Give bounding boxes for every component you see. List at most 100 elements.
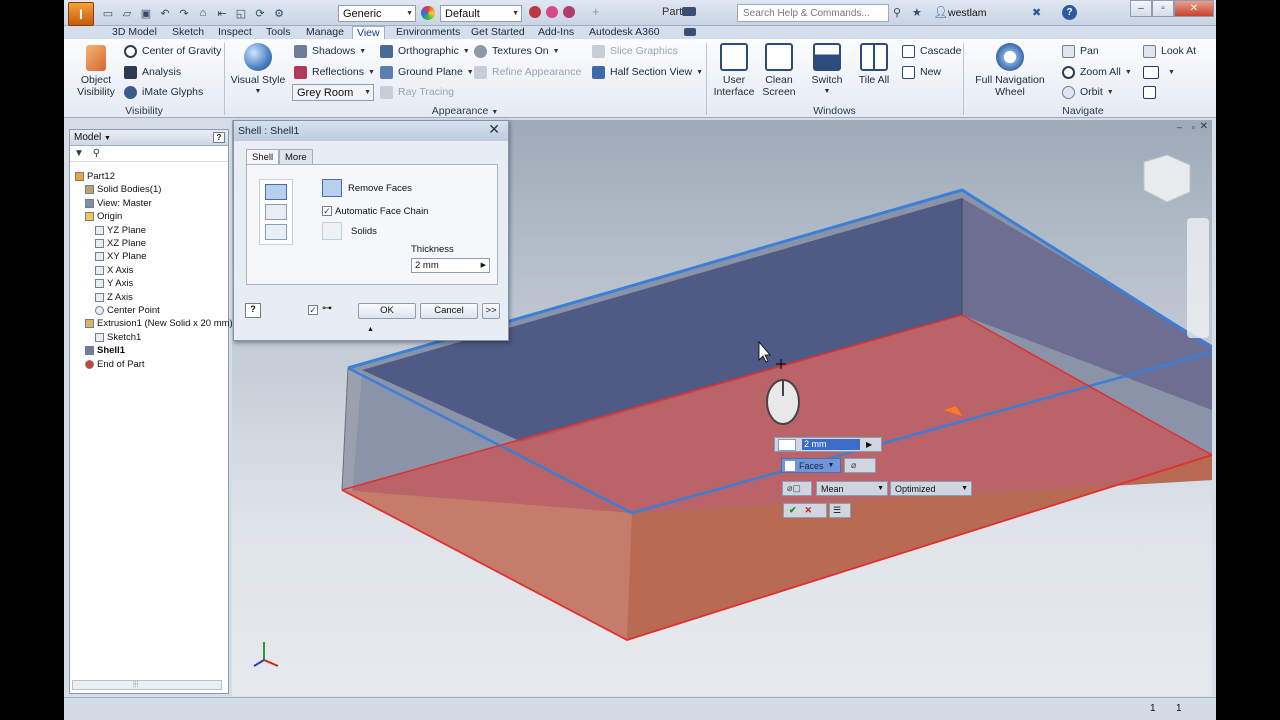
- tab-view[interactable]: View: [352, 26, 385, 39]
- tree-item[interactable]: Extrusion1 (New Solid x 20 mm): [85, 317, 233, 330]
- slice-graphics-button[interactable]: Slice Graphics: [592, 43, 678, 59]
- tree-item[interactable]: Center Point: [95, 304, 160, 317]
- tree-item[interactable]: Sketch1: [95, 331, 141, 344]
- filter-icon[interactable]: ▼: [74, 148, 84, 159]
- tab-shell[interactable]: Shell: [246, 149, 280, 165]
- orthographic-button[interactable]: Orthographic ▼: [380, 43, 470, 59]
- direction-both-icon[interactable]: [265, 224, 287, 240]
- solids-selector-icon[interactable]: [322, 222, 342, 240]
- update-icon[interactable]: ⟳: [252, 5, 268, 21]
- mini-options-button[interactable]: ⌀▢: [782, 481, 812, 496]
- tab-autodesk-a360[interactable]: Autodesk A360: [589, 26, 660, 39]
- maximize-button[interactable]: ▫: [1152, 0, 1174, 17]
- favorites-icon[interactable]: ★: [912, 6, 922, 19]
- tree-item[interactable]: Y Axis: [95, 277, 133, 290]
- mini-solids-button[interactable]: ⌀: [844, 458, 876, 473]
- subscription-icon[interactable]: [682, 7, 696, 16]
- tree-item[interactable]: Solid Bodies(1): [85, 183, 161, 196]
- application-menu-button[interactable]: I: [68, 2, 94, 26]
- browser-header[interactable]: Model ▼ ?: [70, 130, 228, 146]
- tree-item[interactable]: X Axis: [95, 264, 133, 277]
- viewport-restore-icon[interactable]: ▫: [1192, 122, 1195, 132]
- half-section-view-button[interactable]: Half Section View ▼: [592, 64, 703, 80]
- tree-item[interactable]: Z Axis: [95, 291, 133, 304]
- new-window-button[interactable]: New: [902, 64, 941, 80]
- previous-view-button[interactable]: ▼: [1143, 64, 1175, 80]
- collapse-arrow-icon[interactable]: ▲: [367, 326, 374, 333]
- ray-tracing-button[interactable]: Ray Tracing: [380, 84, 454, 100]
- mini-thickness-input[interactable]: 2 mm: [802, 439, 860, 450]
- viewcube-icon[interactable]: [1143, 154, 1191, 203]
- expand-dialog-button[interactable]: >>: [482, 303, 500, 319]
- tab-3d-model[interactable]: 3D Model: [112, 26, 157, 39]
- settings-icon[interactable]: ⚙: [271, 5, 287, 21]
- binoculars-icon[interactable]: ⚲: [893, 6, 901, 19]
- textures-on-button[interactable]: Textures On ▼: [474, 43, 560, 59]
- mini-faces-button[interactable]: Faces ▼: [781, 458, 841, 473]
- chevron-right-icon[interactable]: ▶: [866, 440, 872, 449]
- look-at-button[interactable]: Look At: [1143, 43, 1196, 59]
- help-icon[interactable]: ?: [1062, 5, 1077, 20]
- binoculars-icon[interactable]: ⚲: [93, 148, 100, 159]
- automatic-face-chain-checkbox[interactable]: ✓: [322, 206, 332, 216]
- adjust-appearance-icon[interactable]: [546, 6, 558, 18]
- tree-item[interactable]: Origin: [85, 210, 122, 223]
- tab-inspect[interactable]: Inspect: [218, 26, 252, 39]
- tree-item[interactable]: Part12: [75, 170, 115, 183]
- clean-screen-button[interactable]: Clean Screen: [759, 43, 799, 98]
- cascade-button[interactable]: Cascade: [902, 43, 961, 59]
- tab-sketch[interactable]: Sketch: [172, 26, 204, 39]
- checkmark-icon[interactable]: ✔: [789, 505, 797, 516]
- close-button[interactable]: ✕: [1174, 0, 1214, 17]
- new-file-icon[interactable]: ▭: [100, 5, 116, 21]
- dialog-title-bar[interactable]: Shell : Shell1 ✕: [234, 121, 508, 141]
- redo-icon[interactable]: ↷: [176, 5, 192, 21]
- tree-item[interactable]: View: Master: [85, 197, 152, 210]
- visual-style-button[interactable]: Visual Style ▼: [230, 43, 286, 98]
- dialog-help-icon[interactable]: ?: [245, 303, 261, 318]
- home-view-button[interactable]: [1143, 84, 1161, 100]
- imate-glyphs-button[interactable]: iMate Glyphs: [124, 84, 203, 100]
- object-visibility-button[interactable]: Object Visibility: [76, 45, 116, 98]
- tab-add-ins[interactable]: Add-Ins: [538, 26, 574, 39]
- chevron-down-icon[interactable]: ▼: [491, 109, 498, 116]
- tile-all-button[interactable]: Tile All: [852, 43, 896, 86]
- appearance-browser-icon[interactable]: [563, 6, 575, 18]
- return-icon[interactable]: ⇤: [214, 5, 230, 21]
- navigation-bar[interactable]: [1187, 218, 1209, 338]
- thickness-input[interactable]: 2 mm ▶: [411, 258, 490, 273]
- save-icon[interactable]: ▣: [138, 5, 154, 21]
- center-of-gravity-button[interactable]: Center of Gravity: [124, 43, 221, 59]
- material-combo[interactable]: Generic ▼: [338, 5, 416, 22]
- home-icon[interactable]: ⌂: [195, 5, 211, 21]
- select-icon[interactable]: ◱: [233, 5, 249, 21]
- open-file-icon[interactable]: ▱: [119, 5, 135, 21]
- ground-plane-button[interactable]: Ground Plane ▼: [380, 64, 474, 80]
- mini-mean-dropdown[interactable]: Mean ▼: [816, 481, 888, 496]
- pan-button[interactable]: Pan: [1062, 43, 1099, 59]
- chevron-right-icon[interactable]: ▶: [481, 261, 486, 269]
- tab-get-started[interactable]: Get Started: [471, 26, 525, 39]
- analysis-button[interactable]: Analysis: [124, 64, 181, 80]
- browser-help-icon[interactable]: ?: [213, 132, 225, 143]
- tab-more[interactable]: More: [279, 149, 313, 164]
- search-input[interactable]: Search Help & Commands...: [737, 4, 889, 22]
- direction-outside-icon[interactable]: [265, 204, 287, 220]
- tree-item[interactable]: XZ Plane: [95, 237, 146, 250]
- shadows-button[interactable]: Shadows ▼: [294, 43, 366, 59]
- viewport-close-icon[interactable]: ✕: [1200, 121, 1208, 132]
- tree-item[interactable]: XY Plane: [95, 250, 146, 263]
- appearance-combo[interactable]: Default ▼: [440, 5, 522, 22]
- tree-item[interactable]: End of Part: [85, 358, 145, 371]
- minimize-button[interactable]: –: [1130, 0, 1152, 17]
- preview-checkbox[interactable]: ✓: [308, 305, 318, 315]
- ok-button[interactable]: OK: [358, 303, 416, 319]
- tab-manage[interactable]: Manage: [306, 26, 344, 39]
- tree-item[interactable]: YZ Plane: [95, 224, 146, 237]
- reflections-button[interactable]: Reflections ▼: [294, 64, 375, 80]
- tree-item[interactable]: Shell1: [85, 344, 125, 357]
- dialog-close-icon[interactable]: ✕: [488, 121, 500, 138]
- cancel-button[interactable]: Cancel: [420, 303, 478, 319]
- direction-inside-icon[interactable]: [265, 184, 287, 200]
- user-name[interactable]: westlam: [948, 7, 987, 19]
